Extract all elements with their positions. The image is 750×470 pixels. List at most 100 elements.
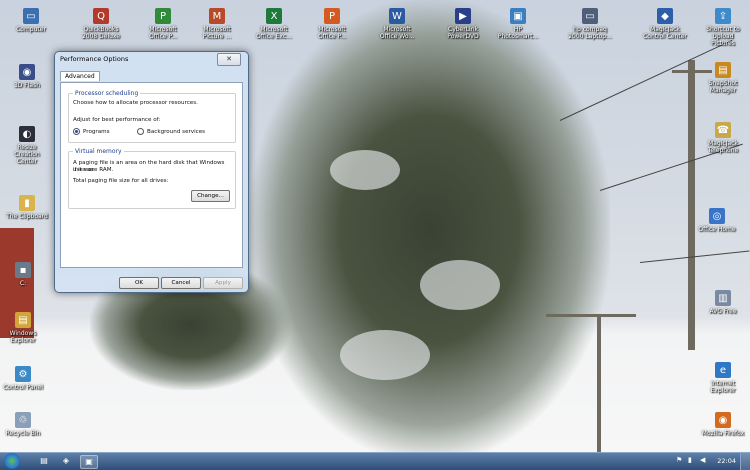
- drive-icon: ▪: [15, 262, 31, 278]
- computer-icon: ▭: [23, 8, 39, 24]
- programs-radio[interactable]: Programs: [73, 128, 110, 135]
- show-desktop-button[interactable]: [740, 453, 750, 470]
- desktop-icon-label: Shortcut to Upload Pictures: [706, 26, 740, 47]
- desktop-icon-label: 3D Flash: [13, 82, 41, 89]
- ok-button[interactable]: OK: [119, 277, 159, 289]
- network-tray-icon[interactable]: ▮: [688, 456, 692, 464]
- cancel-button[interactable]: Cancel: [161, 277, 201, 289]
- desktop-icon-windows-explorer[interactable]: ▤ Windows Explorer: [0, 312, 46, 344]
- desktop-icon-3d-flash[interactable]: ◉ 3D Flash: [4, 64, 50, 89]
- desktop-icon-quickbooks[interactable]: Q QuickBooks 2008 Deluxe: [78, 8, 124, 40]
- desktop-icon-word[interactable]: W Microsoft Office Wo...: [374, 8, 420, 40]
- programs-radio-label: Programs: [83, 128, 110, 135]
- total-paging-label: Total paging file size for all drives:: [73, 178, 169, 184]
- system-properties-taskbar-icon[interactable]: ▣: [80, 455, 98, 469]
- desktop-icon-label: Computer: [16, 26, 46, 33]
- avg-icon: ▥: [715, 290, 731, 306]
- tab-advanced[interactable]: Advanced: [60, 71, 100, 81]
- snow-highlight: [420, 260, 500, 310]
- desktop-icon-excel[interactable]: X Microsoft Office Exc...: [251, 8, 297, 40]
- picture-icon: M: [209, 8, 225, 24]
- desktop-icon-control-panel[interactable]: ⚙ Control Panel: [0, 366, 46, 391]
- change-button[interactable]: Change...: [191, 190, 230, 202]
- desktop-icon-clipboard[interactable]: ▮ The Clipboard: [4, 195, 50, 220]
- folder-icon: ▮: [19, 195, 35, 211]
- desktop-icon-label: MagicJack Telephone: [707, 140, 739, 154]
- desktop-icon-magicjack[interactable]: ◆ MagicJack Control Center: [642, 8, 688, 40]
- desktop-icon-label: Microsoft Office Wo...: [379, 26, 415, 40]
- desktop-icon-picture[interactable]: M Microsoft Picture ...: [194, 8, 240, 40]
- desktop-icon-label: QuickBooks 2008 Deluxe: [81, 26, 120, 40]
- adjust-label: Adjust for best performance of:: [73, 117, 161, 123]
- desktop-icon-laptop[interactable]: ▭ hp compaq 2000 Laptop...: [567, 8, 613, 40]
- close-button[interactable]: ✕: [217, 53, 241, 66]
- performance-options-dialog: Performance Options ✕ Advanced Processor…: [54, 51, 249, 293]
- desktop-icon-label: C:: [19, 280, 27, 287]
- word-icon: W: [389, 8, 405, 24]
- apply-button[interactable]: Apply: [203, 277, 243, 289]
- hp-photosmart-icon: ▣: [510, 8, 526, 24]
- desktop-icon-office-home[interactable]: ◎ Office Home: [694, 208, 740, 233]
- desktop-icon-label: Control Panel: [3, 384, 43, 391]
- desktop-icon-office-p[interactable]: P Microsoft Office P...: [140, 8, 186, 40]
- explorer-icon: ▤: [15, 312, 31, 328]
- recycle-bin-icon: ♲: [15, 412, 31, 428]
- firefox-icon: ◉: [715, 412, 731, 428]
- virtual-memory-description-line2: if it were RAM.: [73, 167, 114, 173]
- start-button[interactable]: [4, 453, 20, 469]
- magicjack-icon: ◆: [657, 8, 673, 24]
- shield-taskbar-icon[interactable]: ◈: [58, 455, 74, 467]
- mailbox-post: [597, 315, 601, 452]
- processor-scheduling-group: Processor scheduling Choose how to alloc…: [68, 90, 236, 143]
- control-panel-icon: ⚙: [15, 366, 31, 382]
- magicjack-phone-icon: ☎: [715, 122, 731, 138]
- desktop-icon-label: Windows Explorer: [9, 330, 37, 344]
- desktop-icon-label: SnapShot Manager: [708, 80, 738, 94]
- folder-taskbar-icon[interactable]: ▤: [36, 455, 52, 467]
- desktop-icon-recycle-bin[interactable]: ♲ Recycle Bin: [0, 412, 46, 437]
- excel-icon: X: [266, 8, 282, 24]
- desktop-icon-label: HP Photosmart...: [497, 26, 539, 40]
- close-icon: ✕: [226, 55, 232, 63]
- desktop-icon-internet-explorer[interactable]: e Internet Explorer: [700, 362, 746, 394]
- dialog-title: Performance Options: [60, 55, 129, 63]
- desktop-icon-powerpoint[interactable]: P Microsoft Office P...: [309, 8, 355, 40]
- desktop-icon-firefox[interactable]: ◉ Mozilla Firefox: [700, 412, 746, 437]
- desktop-icon-drive-c[interactable]: ▪ C:: [0, 262, 46, 287]
- desktop-icon-label: Recycle Bin: [5, 430, 41, 437]
- quickbooks-icon: Q: [93, 8, 109, 24]
- desktop-icon-avg[interactable]: ▥ AVG Free: [700, 290, 746, 315]
- desktop-icon-powerdvd[interactable]: ▶ CyberLink PowerDVD: [440, 8, 486, 40]
- desktop: ▭ Computer Q QuickBooks 2008 Deluxe P Mi…: [0, 0, 750, 452]
- office-home-icon: ◎: [709, 208, 725, 224]
- resize-icon: ◐: [19, 126, 35, 142]
- ie-icon: e: [715, 362, 731, 378]
- desktop-icon-magicjack-phone[interactable]: ☎ MagicJack Telephone: [700, 122, 746, 154]
- office-icon: P: [155, 8, 171, 24]
- desktop-icon-label: The Clipboard: [6, 213, 48, 220]
- desktop-icon-snapshot[interactable]: ▤ SnapShot Manager: [700, 62, 746, 94]
- desktop-icon-label: Mozilla Firefox: [701, 430, 745, 437]
- flash-icon: ◉: [19, 64, 35, 80]
- desktop-icon-label: Microsoft Office P...: [318, 26, 346, 40]
- desktop-icon-label: AVG Free: [709, 308, 737, 315]
- desktop-icon-label: Microsoft Office Exc...: [256, 26, 292, 40]
- desktop-icon-upload[interactable]: ⇪ Shortcut to Upload Pictures: [700, 8, 746, 47]
- desktop-icon-label: Office Home: [698, 226, 736, 233]
- dialog-titlebar[interactable]: Performance Options ✕: [55, 52, 248, 66]
- powerpoint-icon: P: [324, 8, 340, 24]
- desktop-icon-resize[interactable]: ◐ Resize Creation Center: [4, 126, 50, 165]
- radio-indicator: [137, 128, 144, 135]
- desktop-icon-hp-photosmart[interactable]: ▣ HP Photosmart...: [495, 8, 541, 40]
- taskbar: ▤ ◈ ▣ ⚑ ▮ ◀ 22:04: [0, 452, 750, 470]
- taskbar-clock[interactable]: 22:04: [717, 457, 736, 465]
- desktop-icon-computer[interactable]: ▭ Computer: [8, 8, 54, 33]
- background-services-radio[interactable]: Background services: [137, 128, 205, 135]
- desktop-icon-label: CyberLink PowerDVD: [447, 26, 479, 40]
- desktop-icon-label: Resize Creation Center: [14, 144, 40, 165]
- snow-highlight: [340, 330, 430, 380]
- flag-tray-icon[interactable]: ⚑: [676, 456, 682, 464]
- volume-tray-icon[interactable]: ◀: [700, 456, 705, 464]
- processor-scheduling-heading: Processor scheduling: [73, 90, 141, 97]
- snow-highlight: [330, 150, 400, 190]
